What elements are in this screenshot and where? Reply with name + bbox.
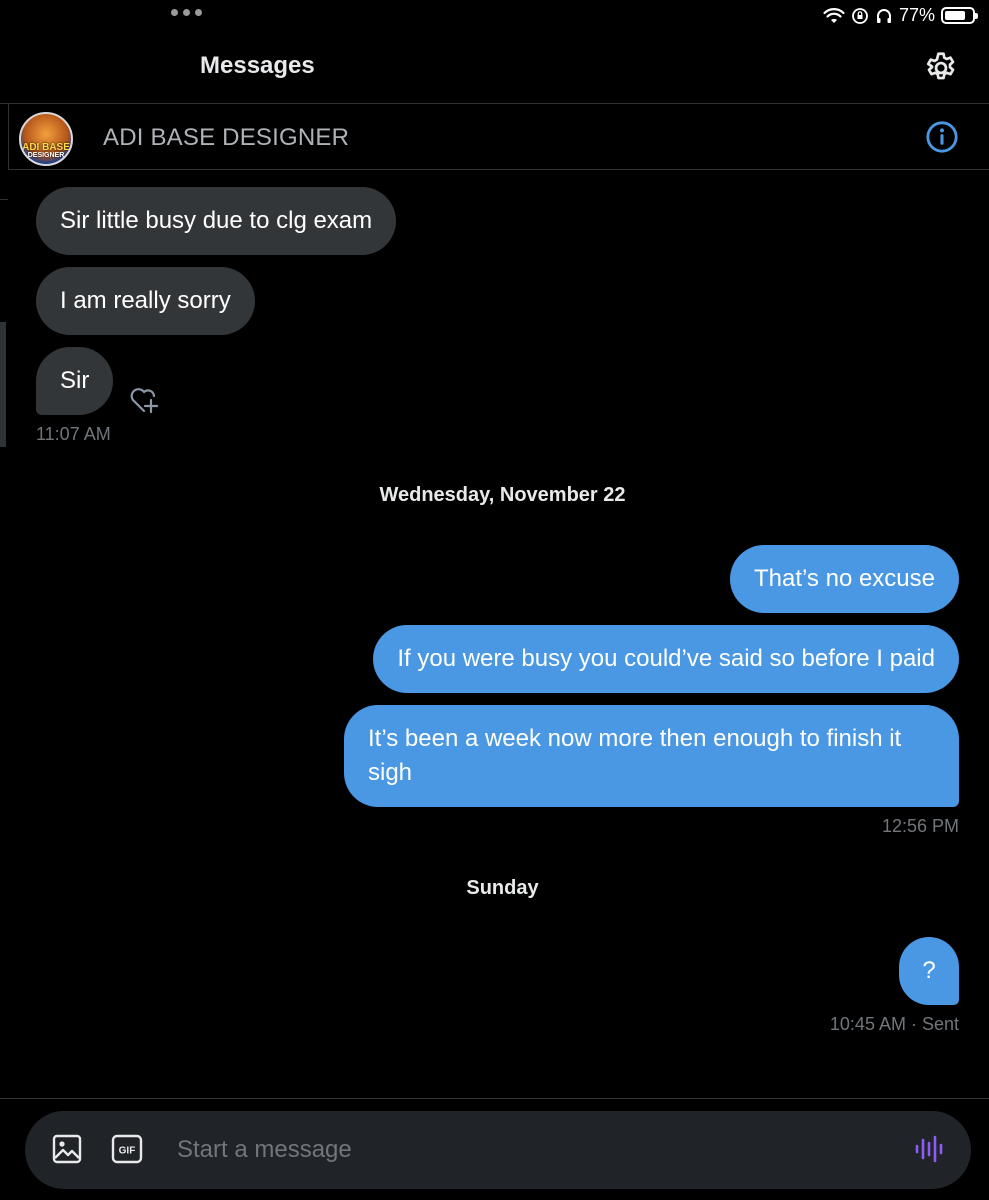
- heart-plus-icon[interactable]: [128, 384, 162, 416]
- message-input[interactable]: [177, 1132, 877, 1168]
- left-pane-scroll-indicator: [0, 322, 6, 447]
- message-status: 10:45 AM · Sent: [830, 1014, 959, 1035]
- info-icon[interactable]: [925, 120, 959, 154]
- sent-status: · Sent: [905, 1014, 959, 1034]
- outgoing-message[interactable]: ?: [899, 937, 959, 1005]
- outgoing-message[interactable]: That’s no excuse: [730, 545, 959, 613]
- messages-header: Messages: [0, 40, 989, 104]
- left-pane-edge: [0, 104, 8, 200]
- message-timestamp: 11:07 AM: [36, 424, 111, 444]
- composer-bar: GIF: [0, 1098, 989, 1200]
- conversation-name[interactable]: ADI BASE DESIGNER: [103, 124, 349, 152]
- status-indicators: 77%: [823, 5, 978, 26]
- battery-icon: [941, 7, 978, 24]
- image-icon[interactable]: [49, 1131, 85, 1167]
- incoming-message[interactable]: Sir: [36, 347, 114, 415]
- incoming-message[interactable]: Sir little busy due to clg exam: [36, 187, 397, 255]
- battery-percentage: 77%: [898, 5, 935, 25]
- headphones-icon: [876, 8, 891, 23]
- status-bar: 77%: [0, 0, 989, 32]
- date-separator: Wednesday, November 22: [379, 484, 626, 506]
- page-title: Messages: [200, 52, 315, 79]
- gif-icon[interactable]: GIF: [109, 1131, 145, 1167]
- wifi-icon: [823, 7, 845, 23]
- message-timestamp: 12:56 PM: [881, 816, 959, 836]
- rotation-lock-icon: [852, 7, 868, 24]
- gif-icon-label: GIF: [119, 1146, 136, 1157]
- conversation-header[interactable]: ADI BASE DESIGNER ADI BASE DESIGNER: [8, 104, 989, 170]
- multitasking-dots[interactable]: [171, 9, 202, 16]
- date-separator: Sunday: [466, 877, 539, 899]
- message-composer: GIF: [25, 1111, 971, 1189]
- outgoing-message[interactable]: It’s been a week now more then enough to…: [344, 705, 959, 807]
- outgoing-message[interactable]: If you were busy you could’ve said so be…: [373, 625, 959, 693]
- gear-icon[interactable]: [923, 50, 959, 86]
- incoming-message[interactable]: I am really sorry: [36, 267, 255, 335]
- voice-icon[interactable]: [911, 1131, 947, 1167]
- avatar-logo-text: ADI BASE DESIGNER: [22, 142, 70, 160]
- avatar[interactable]: ADI BASE DESIGNER: [19, 112, 73, 166]
- message-timestamp: 10:45 AM: [829, 1014, 906, 1034]
